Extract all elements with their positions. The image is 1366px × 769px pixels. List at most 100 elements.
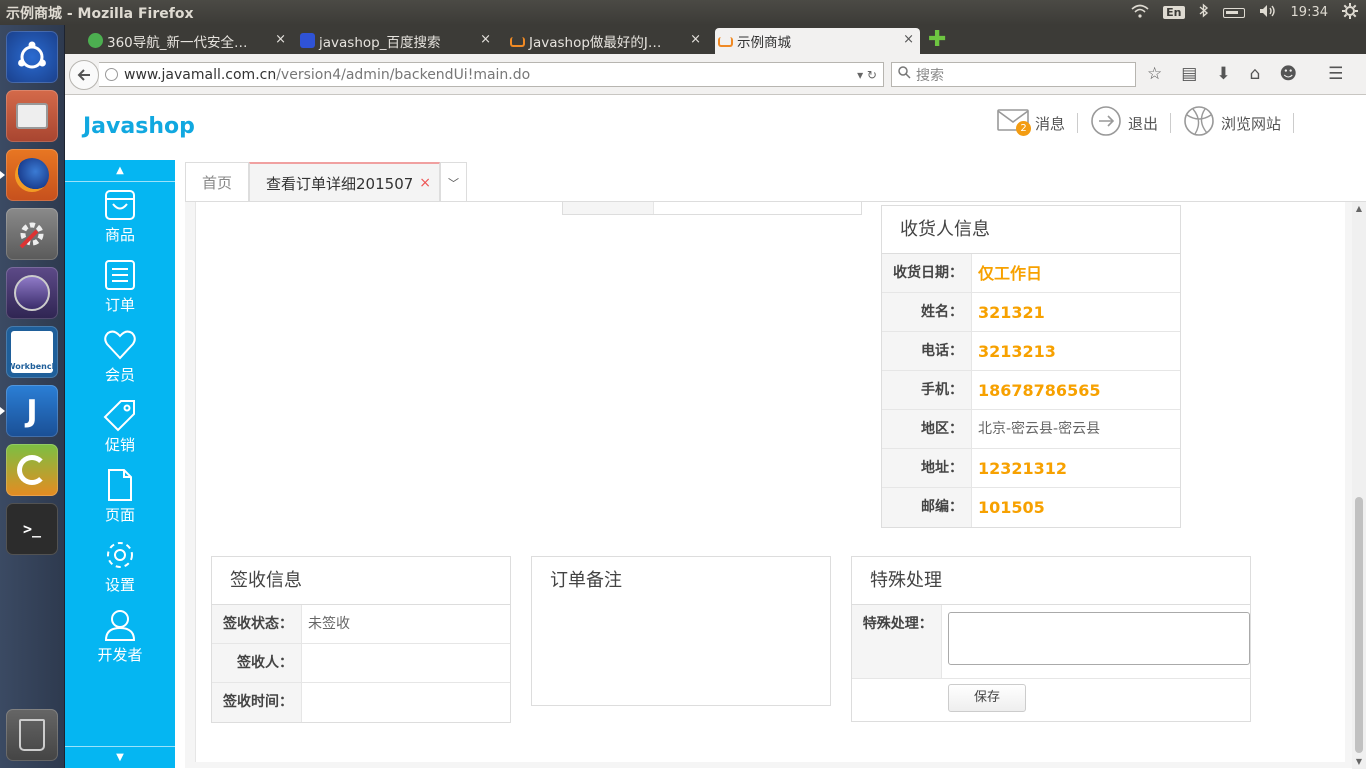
tab-close-icon[interactable]: × xyxy=(690,32,701,47)
nav-label: 促销 xyxy=(104,436,135,454)
nav-item-goods[interactable]: 商品 xyxy=(65,188,175,256)
intellij-icon[interactable]: J xyxy=(0,385,58,437)
field-label: 姓名： xyxy=(882,293,972,331)
browser-tab-label: javashop_百度搜索 xyxy=(319,35,441,51)
nav-scroll-up-icon[interactable]: ▲ xyxy=(65,160,175,182)
system-top-bar: 示例商城 - Mozilla Firefox En 19:34 xyxy=(0,0,1366,25)
reading-list-icon[interactable]: ▤ xyxy=(1181,64,1197,84)
globe-icon xyxy=(105,68,118,81)
chat-icon[interactable]: ☻ xyxy=(1279,64,1297,84)
input-method-indicator[interactable]: En xyxy=(1163,6,1185,19)
tab-close-icon[interactable]: × xyxy=(903,32,914,47)
field-label: 签收状态： xyxy=(212,605,302,643)
list-icon xyxy=(105,260,135,290)
volume-icon[interactable] xyxy=(1259,4,1277,22)
browse-site-link[interactable]: 浏览网站 xyxy=(1171,106,1295,136)
files-icon[interactable] xyxy=(6,90,58,142)
field-value: 18678786565 xyxy=(978,381,1101,400)
scroll-up-arrow-icon[interactable]: ▲ xyxy=(1354,204,1364,214)
bluetooth-icon[interactable] xyxy=(1199,3,1209,22)
tab-close-icon[interactable]: × xyxy=(480,32,491,47)
field-value: 321321 xyxy=(978,303,1045,322)
sign-row: 签收状态： 未签收 xyxy=(212,605,510,644)
browser-nav-bar: www.javamall.com.cn /version4/admin/back… xyxy=(65,54,1366,95)
browser-tab[interactable]: javashop_百度搜索 × xyxy=(297,28,497,54)
content-scrollbar[interactable]: ▲ ▼ xyxy=(1352,202,1366,769)
pycharm-icon[interactable] xyxy=(6,444,58,496)
bookmark-star-icon[interactable]: ☆ xyxy=(1147,64,1162,84)
system-settings-icon[interactable] xyxy=(6,208,58,260)
nav-item-members[interactable]: 会员 xyxy=(65,328,175,396)
tab-home[interactable]: 首页 xyxy=(185,162,250,202)
tab-favicon xyxy=(718,37,733,47)
tab-close-icon[interactable]: × xyxy=(419,175,431,191)
tabs-dropdown-chevron-icon[interactable]: ﹀ xyxy=(440,162,468,202)
nav-item-pages[interactable]: 页面 xyxy=(65,468,175,536)
firefox-icon[interactable] xyxy=(0,149,58,201)
mysql-workbench-icon[interactable]: Workbench xyxy=(6,326,58,378)
field-label: 收货日期： xyxy=(882,254,972,292)
browser-tab-active[interactable]: 示例商城 × xyxy=(715,28,920,54)
side-nav: ▲ 商品 订单 会员 促销 页面 设置 开发者 ▼ xyxy=(65,160,175,768)
field-label: 签收时间： xyxy=(212,683,302,722)
new-tab-plus-icon[interactable]: ✚ xyxy=(928,29,946,51)
messages-link[interactable]: 2 消息 xyxy=(985,109,1079,136)
scrollbar-thumb[interactable] xyxy=(1355,497,1363,753)
menu-hamburger-icon[interactable]: ☰ xyxy=(1328,64,1343,84)
nav-item-orders[interactable]: 订单 xyxy=(65,258,175,326)
scroll-down-arrow-icon[interactable]: ▼ xyxy=(1354,757,1364,767)
page-tabs: 首页 查看订单详细201507 × ﹀ xyxy=(185,162,468,202)
browser-search-input[interactable]: 搜索 xyxy=(891,62,1136,87)
receiver-row: 邮编： 101505 xyxy=(882,488,1180,527)
reload-icon[interactable]: ▾ ↻ xyxy=(857,68,877,82)
order-note-panel: 订单备注 xyxy=(531,556,831,706)
field-value: 未签收 xyxy=(308,616,350,632)
nav-label: 会员 xyxy=(104,366,135,384)
search-icon xyxy=(898,66,911,83)
header-links: 2 消息 退出 浏览网站 xyxy=(985,106,1295,140)
nav-scroll-down-icon[interactable]: ▼ xyxy=(65,746,175,768)
special-row: 特殊处理： xyxy=(852,605,1250,679)
tab-favicon xyxy=(88,33,103,48)
logout-link[interactable]: 退出 xyxy=(1078,106,1172,136)
nav-label: 页面 xyxy=(104,506,135,524)
field-label: 地址： xyxy=(882,449,972,487)
nav-item-developer[interactable]: 开发者 xyxy=(65,608,175,676)
field-value: 北京-密云县-密云县 xyxy=(978,421,1101,437)
heart-icon xyxy=(104,330,136,360)
trash-icon[interactable] xyxy=(6,709,58,761)
nav-label: 设置 xyxy=(104,576,135,594)
tab-order-detail[interactable]: 查看订单详细201507 × xyxy=(249,162,441,202)
special-handling-textarea[interactable] xyxy=(947,612,1250,665)
ubuntu-dash-icon[interactable] xyxy=(6,31,58,83)
content-area: 收货人信息 收货日期： 仅工作日 姓名： 321321 电话： 3213213 … xyxy=(185,201,1366,769)
tag-icon xyxy=(103,400,135,432)
tab-close-icon[interactable]: × xyxy=(275,32,286,47)
basketball-globe-icon xyxy=(1183,105,1215,141)
receiver-row: 收货日期： 仅工作日 xyxy=(882,254,1180,293)
nav-item-settings[interactable]: 设置 xyxy=(65,538,175,606)
save-button[interactable]: 保存 xyxy=(948,684,1026,712)
app-logo[interactable]: Javashop xyxy=(83,114,195,139)
clock[interactable]: 19:34 xyxy=(1291,5,1328,20)
browser-tab[interactable]: Javashop做最好的J… × xyxy=(507,28,707,54)
page-icon xyxy=(108,469,132,501)
receiver-row: 地址： 12321312 xyxy=(882,449,1180,488)
receiver-row: 地区： 北京-密云县-密云县 xyxy=(882,410,1180,449)
settings-gear-icon[interactable] xyxy=(1342,2,1358,23)
url-bar[interactable]: www.javamall.com.cn /version4/admin/back… xyxy=(99,62,884,87)
messages-label: 消息 xyxy=(1035,114,1066,133)
back-arrow-icon[interactable] xyxy=(69,60,99,90)
browser-tab[interactable]: 360导航_新一代安全… × xyxy=(85,28,292,54)
battery-icon[interactable] xyxy=(1222,7,1245,18)
system-tray: En 19:34 xyxy=(1131,0,1358,25)
nav-item-promotions[interactable]: 促销 xyxy=(65,398,175,466)
wifi-icon[interactable] xyxy=(1131,4,1149,22)
panel-title: 签收信息 xyxy=(212,557,510,605)
home-icon[interactable]: ⌂ xyxy=(1250,64,1261,84)
logout-label: 退出 xyxy=(1128,114,1159,133)
partial-panel-bottom xyxy=(562,202,862,215)
download-icon[interactable]: ⬇ xyxy=(1216,64,1230,84)
eclipse-icon[interactable] xyxy=(6,267,58,319)
terminal-icon[interactable]: >_ xyxy=(6,503,58,555)
